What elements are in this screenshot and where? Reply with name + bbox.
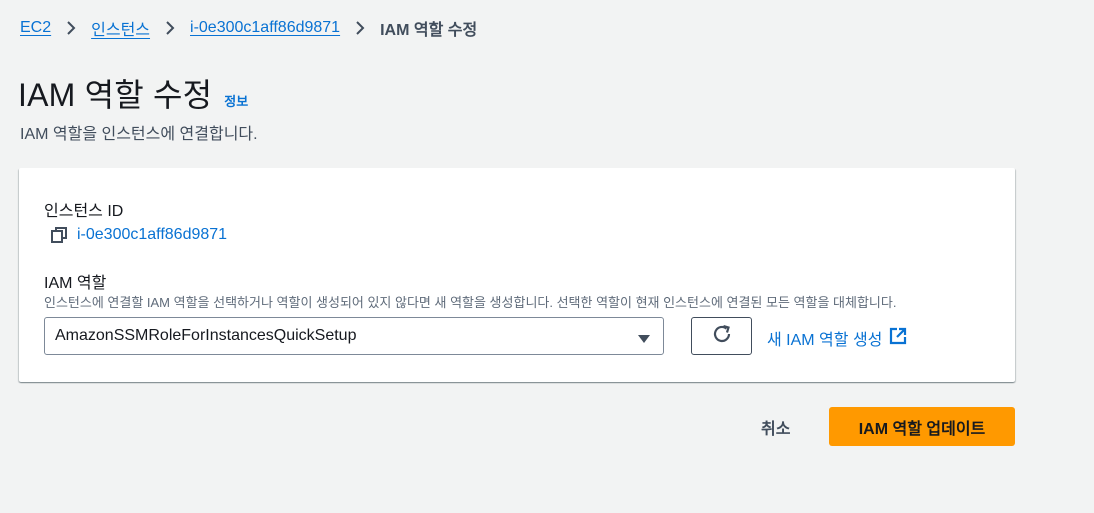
- cancel-button[interactable]: 취소: [745, 408, 806, 446]
- chevron-right-icon: [150, 19, 190, 37]
- refresh-button[interactable]: [691, 317, 752, 355]
- breadcrumb-instance-id[interactable]: i-0e300c1aff86d9871: [190, 19, 340, 37]
- iam-role-select[interactable]: AmazonSSMRoleForInstancesQuickSetup: [44, 317, 664, 355]
- page-title: IAM 역할 수정: [18, 77, 213, 113]
- instance-id-label: 인스턴스 ID: [44, 203, 124, 220]
- breadcrumb: EC2 인스턴스 i-0e300c1aff86d9871 IAM 역할 수정: [20, 16, 477, 40]
- external-link-icon: [889, 327, 907, 350]
- create-iam-role-label: 새 IAM 역할 생성: [767, 332, 883, 349]
- modify-role-panel: 인스턴스 ID i-0e300c1aff86d9871 IAM 역할 인스턴스에…: [19, 168, 1015, 382]
- refresh-icon: [711, 323, 733, 350]
- breadcrumb-current: IAM 역할 수정: [380, 22, 478, 39]
- page-header: IAM 역할 수정 정보: [18, 70, 248, 116]
- iam-role-hint: 인스턴스에 연결할 IAM 역할을 선택하거나 역할이 생성되어 있지 않다면 …: [44, 295, 897, 310]
- chevron-right-icon: [340, 19, 380, 37]
- update-iam-role-button[interactable]: IAM 역할 업데이트: [829, 407, 1015, 446]
- breadcrumb-ec2[interactable]: EC2: [20, 19, 51, 37]
- iam-role-selected-value: AmazonSSMRoleForInstancesQuickSetup: [55, 327, 357, 344]
- page-description: IAM 역할을 인스턴스에 연결합니다.: [20, 126, 258, 143]
- info-link[interactable]: 정보: [224, 91, 248, 110]
- create-iam-role-link[interactable]: 새 IAM 역할 생성: [767, 326, 907, 350]
- copy-icon[interactable]: [50, 226, 68, 244]
- breadcrumb-instances[interactable]: 인스턴스: [91, 16, 150, 40]
- instance-id-row: i-0e300c1aff86d9871: [50, 226, 227, 244]
- caret-down-icon: [637, 331, 651, 349]
- instance-id-link[interactable]: i-0e300c1aff86d9871: [77, 226, 227, 244]
- iam-role-label: IAM 역할: [44, 275, 107, 292]
- chevron-right-icon: [51, 19, 91, 37]
